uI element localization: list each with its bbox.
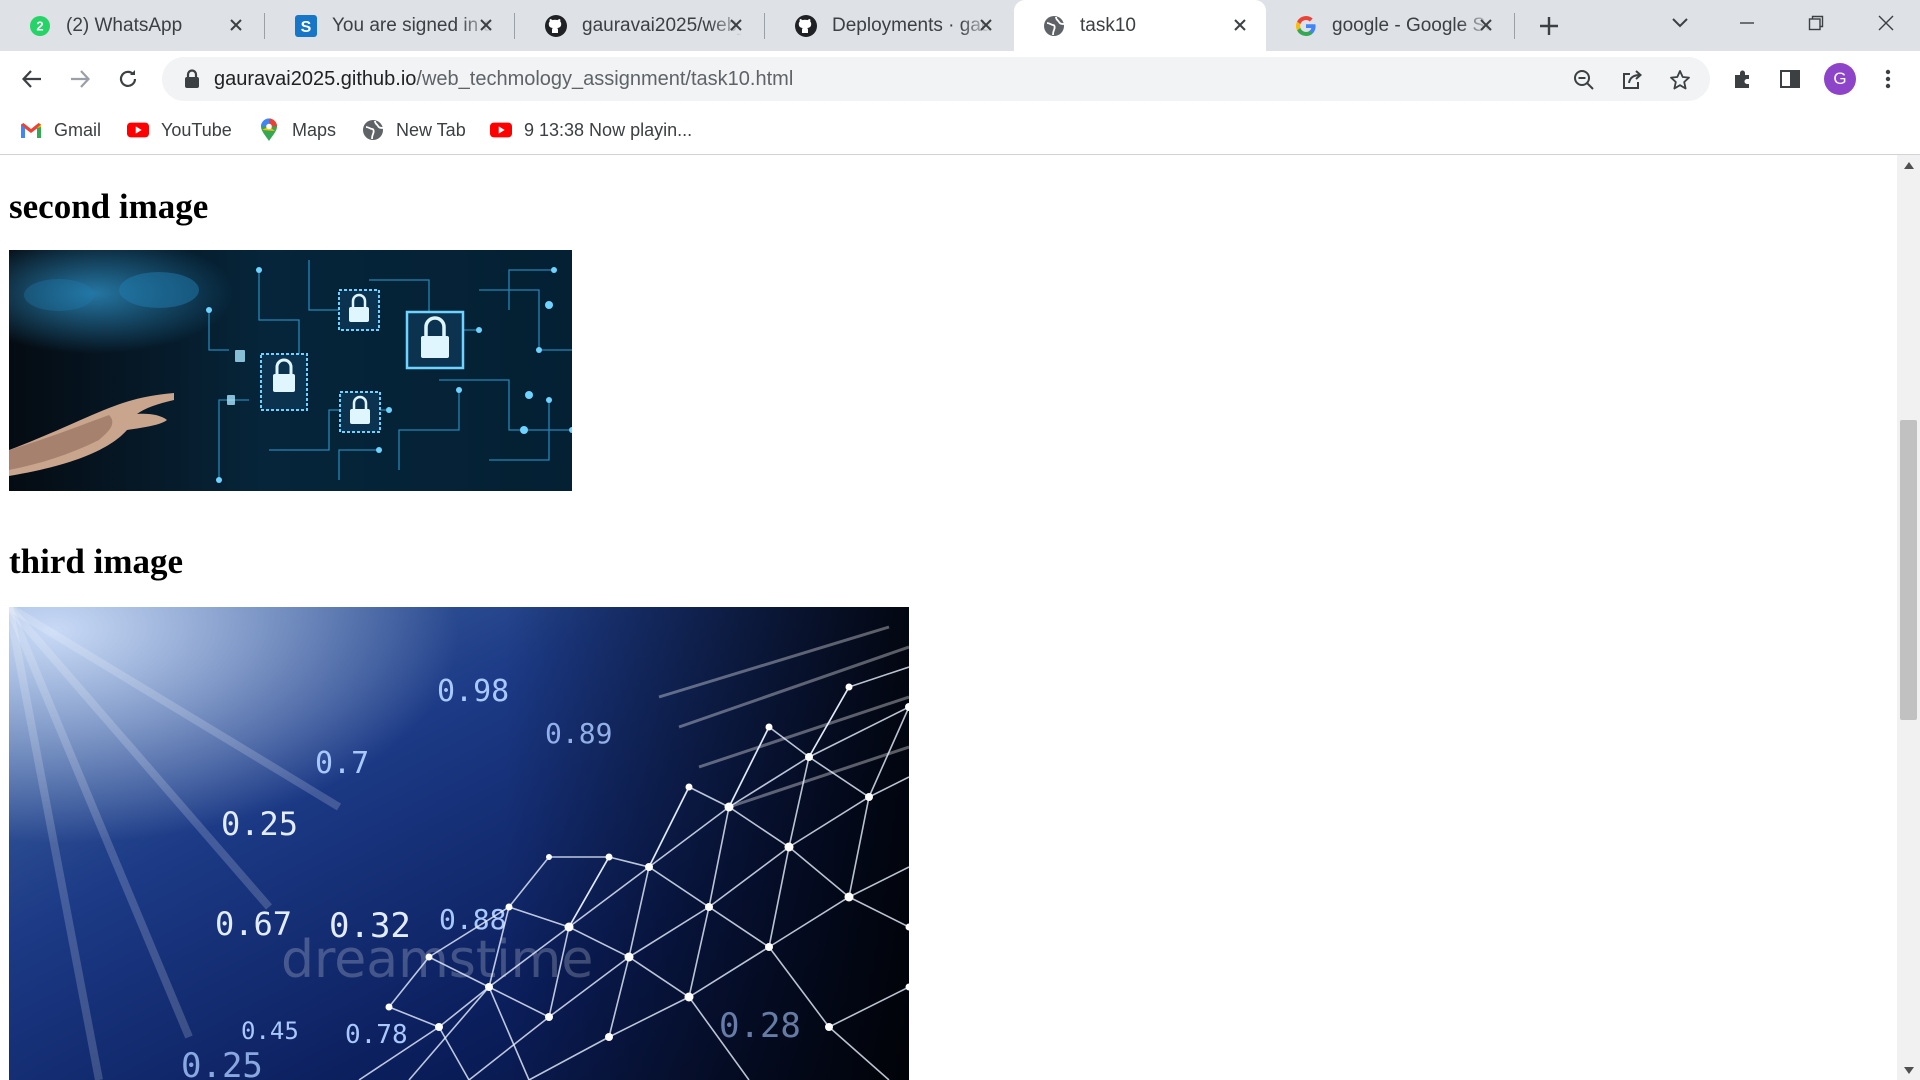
bookmark-label: YouTube — [161, 119, 232, 140]
close-icon[interactable] — [724, 13, 748, 37]
s-brand-icon: S — [294, 14, 318, 38]
back-button[interactable] — [16, 63, 48, 95]
bookmarks-bar: Gmail YouTube Maps New Tab 9 13:38 Now p… — [0, 106, 1920, 155]
padlock-icon — [405, 310, 465, 370]
tab-signed-in[interactable]: S You are signed in as — [266, 0, 512, 51]
tab-title: google - Google Search — [1332, 14, 1492, 36]
tab-deployments[interactable]: Deployments · gauravai2025 — [766, 0, 1012, 51]
svg-text:0.98: 0.98 — [437, 674, 509, 709]
heading-third-image: third image — [9, 542, 184, 581]
padlock-icon — [260, 353, 308, 411]
whatsapp-icon: 2 — [28, 14, 52, 38]
scroll-down-arrow-icon[interactable] — [1897, 1060, 1920, 1080]
reload-button[interactable] — [112, 63, 144, 95]
bookmark-label: New Tab — [396, 119, 466, 140]
close-icon[interactable] — [1228, 13, 1252, 37]
url-text[interactable]: gauravai2025.github.io/web_techmology_as… — [214, 68, 793, 91]
bookmark-maps[interactable]: Maps — [258, 116, 336, 144]
github-icon — [544, 14, 568, 38]
forward-button[interactable] — [64, 63, 96, 95]
tab-github-repo[interactable]: gauravai2025/web_techmology_assignment — [516, 0, 762, 51]
svg-text:0.28: 0.28 — [719, 1006, 801, 1046]
tab-separator — [1514, 13, 1515, 39]
cybersecurity-image-art — [9, 250, 572, 491]
github-icon — [794, 14, 818, 38]
tab-task10[interactable]: task10 — [1014, 0, 1266, 51]
bookmark-label: Gmail — [54, 119, 102, 140]
tab-whatsapp[interactable]: 2 (2) WhatsApp — [0, 0, 262, 51]
tab-separator — [764, 13, 765, 39]
svg-text:0.89: 0.89 — [545, 717, 612, 750]
lock-icon[interactable] — [184, 69, 200, 94]
svg-text:0.25: 0.25 — [221, 805, 298, 843]
bookmark-now-playing[interactable]: 9 13:38 Now playin... — [490, 116, 692, 144]
padlock-icon — [338, 289, 380, 331]
profile-avatar[interactable]: G — [1824, 63, 1856, 95]
maps-icon — [258, 118, 280, 141]
bookmark-label: Maps — [292, 119, 337, 140]
tab-title: task10 — [1080, 14, 1136, 36]
youtube-icon — [490, 119, 512, 141]
svg-text:0.45: 0.45 — [241, 1017, 299, 1045]
minimize-button[interactable] — [1727, 8, 1767, 38]
svg-text:2: 2 — [36, 18, 43, 33]
bookmark-star-icon[interactable] — [1666, 66, 1694, 94]
menu-kebab-icon[interactable] — [1872, 63, 1904, 95]
close-icon[interactable] — [1474, 13, 1498, 37]
network-data-image-art: 0.98 0.89 0.7 0.25 0.67 0.32 0.88 0.45 0… — [9, 607, 909, 1080]
tab-title: (2) WhatsApp — [66, 14, 183, 36]
svg-text:S: S — [301, 19, 312, 36]
close-icon[interactable] — [974, 13, 998, 37]
close-window-button[interactable] — [1866, 8, 1906, 38]
scroll-up-arrow-icon[interactable] — [1897, 155, 1920, 175]
svg-text:0.78: 0.78 — [345, 1020, 408, 1050]
tab-title: Deployments · gauravai2025 — [832, 14, 992, 36]
close-icon[interactable] — [474, 13, 498, 37]
google-icon — [1294, 14, 1318, 38]
bookmark-label: 9 13:38 Now playin... — [524, 119, 693, 140]
page-viewport: second image third image 0.98 0.89 0.7 0… — [0, 155, 1897, 1080]
share-icon[interactable] — [1618, 66, 1646, 94]
side-panel-icon[interactable] — [1774, 63, 1806, 95]
browser-toolbar: gauravai2025.github.io/web_techmology_as… — [0, 51, 1920, 106]
gmail-icon — [20, 119, 42, 141]
bookmark-new-tab[interactable]: New Tab — [362, 116, 466, 144]
watermark-text: dreamstime — [281, 930, 593, 990]
vertical-scrollbar[interactable] — [1897, 155, 1920, 1080]
zoom-out-icon[interactable] — [1570, 66, 1598, 94]
network-data-image: 0.98 0.89 0.7 0.25 0.67 0.32 0.88 0.45 0… — [9, 607, 909, 1080]
tab-separator — [514, 13, 515, 39]
svg-text:0.25: 0.25 — [181, 1046, 263, 1080]
tab-title: You are signed in as — [332, 14, 492, 36]
tab-strip: 2 (2) WhatsApp S You are signed in as ga… — [0, 0, 1920, 51]
tab-title: gauravai2025/web_techmology_assignment — [582, 14, 742, 36]
youtube-icon — [127, 119, 149, 141]
new-tab-button[interactable] — [1534, 11, 1564, 41]
padlock-icon — [339, 391, 381, 433]
close-icon[interactable] — [224, 13, 248, 37]
restore-button[interactable] — [1796, 8, 1836, 38]
scrollbar-thumb[interactable] — [1900, 420, 1917, 720]
bookmark-youtube[interactable]: YouTube — [127, 116, 232, 144]
heading-second-image: second image — [9, 187, 209, 226]
globe-icon — [362, 119, 384, 141]
url-path: /web_techmology_assignment/task10.html — [416, 68, 794, 90]
address-bar[interactable]: gauravai2025.github.io/web_techmology_as… — [162, 57, 1710, 101]
tab-search-button[interactable] — [1660, 8, 1700, 38]
bookmark-gmail[interactable]: Gmail — [20, 116, 101, 144]
globe-icon — [1042, 14, 1066, 38]
url-host: gauravai2025.github.io — [214, 68, 417, 90]
svg-text:0.7: 0.7 — [315, 746, 369, 781]
cybersecurity-image — [9, 250, 572, 491]
extensions-icon[interactable] — [1727, 63, 1759, 95]
tab-google-search[interactable]: google - Google Search — [1266, 0, 1512, 51]
tab-separator — [264, 13, 265, 39]
